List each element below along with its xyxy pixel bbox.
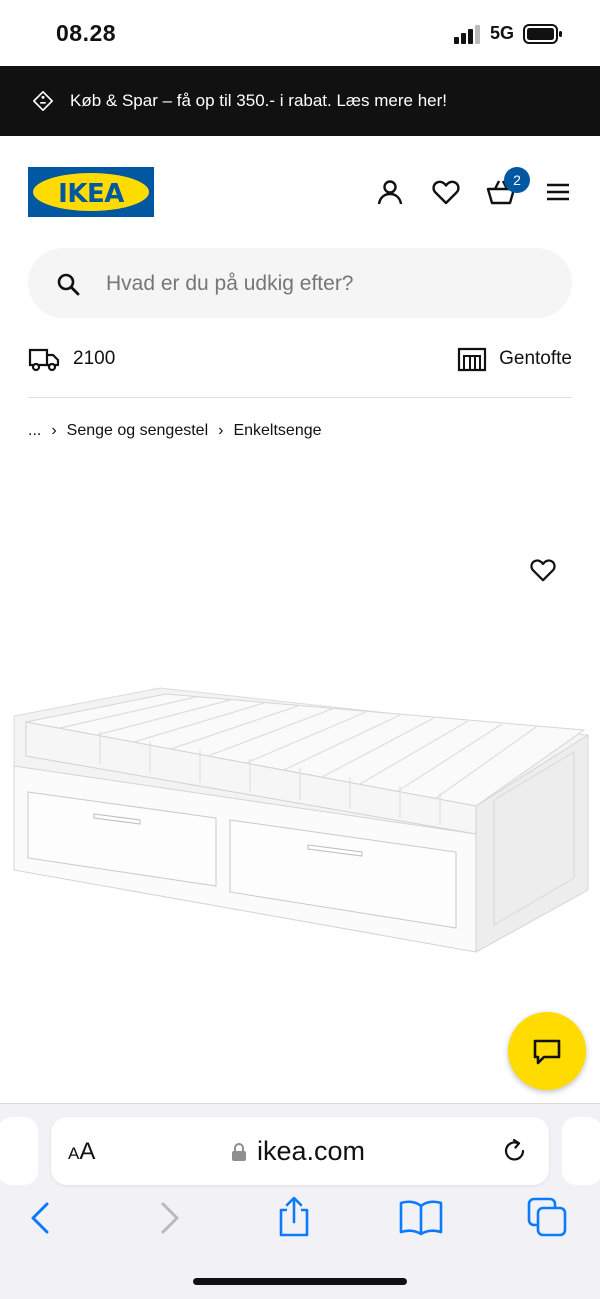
previous-tab-preview[interactable] <box>0 1117 38 1185</box>
lock-icon <box>232 1142 246 1161</box>
ikea-logo[interactable]: IKEA <box>28 167 154 217</box>
chat-button[interactable] <box>508 1012 586 1090</box>
status-time: 08.28 <box>56 20 117 46</box>
url-display[interactable]: ikea.com <box>231 1136 365 1167</box>
promo-text: Køb & Spar – få op til 350.- i rabat. Læ… <box>70 91 448 110</box>
bookmarks-icon[interactable] <box>398 1198 444 1236</box>
promo-banner[interactable]: Køb & Spar – få op til 350.- i rabat. Læ… <box>0 66 600 136</box>
aa-small: A <box>68 1144 80 1163</box>
heart-icon[interactable] <box>431 177 461 207</box>
divider <box>28 397 572 398</box>
cart-count-badge: 2 <box>504 167 530 193</box>
battery-icon <box>523 24 562 44</box>
store-selector[interactable]: Gentofte <box>457 344 572 374</box>
store-icon <box>458 347 487 372</box>
signal-icon <box>454 25 480 44</box>
status-bar: 08.28 5G <box>0 0 600 66</box>
share-icon[interactable] <box>276 1196 312 1238</box>
forward-arrow-icon[interactable] <box>158 1201 182 1235</box>
add-to-favourites-heart-icon[interactable] <box>529 557 557 583</box>
delivery-postcode[interactable]: 2100 <box>28 344 115 374</box>
aa-big: A <box>79 1138 96 1165</box>
chevron-right-icon: › <box>218 422 224 439</box>
text-size-button[interactable]: AA <box>68 1138 95 1166</box>
breadcrumb-item[interactable]: Enkeltsenge <box>233 422 321 440</box>
search-icon <box>57 273 80 296</box>
search-bar[interactable] <box>28 248 572 318</box>
next-tab-preview[interactable] <box>562 1117 600 1185</box>
user-icon[interactable] <box>375 177 405 207</box>
price-tag-icon <box>33 91 53 111</box>
breadcrumb-ellipsis[interactable]: ... <box>28 422 41 440</box>
domain-text: ikea.com <box>257 1136 366 1166</box>
store-name: Gentofte <box>499 348 572 369</box>
home-indicator <box>193 1278 407 1285</box>
breadcrumb: ... › Senge og sengestel › Enkeltsenge <box>28 418 322 444</box>
menu-icon[interactable] <box>543 177 573 207</box>
chevron-right-icon: › <box>51 422 57 439</box>
search-input[interactable] <box>104 266 548 302</box>
logo-text: IKEA <box>58 179 124 209</box>
tabs-icon[interactable] <box>526 1196 568 1238</box>
network-type: 5G <box>490 23 515 43</box>
product-image <box>13 687 589 953</box>
truck-icon <box>28 348 60 372</box>
postcode-text: 2100 <box>73 348 116 369</box>
address-bar[interactable]: AA ikea.com <box>51 1117 549 1185</box>
chat-icon <box>533 1039 561 1065</box>
back-arrow-icon[interactable] <box>28 1201 52 1235</box>
reload-icon[interactable] <box>501 1137 529 1165</box>
breadcrumb-item[interactable]: Senge og sengestel <box>67 422 208 440</box>
